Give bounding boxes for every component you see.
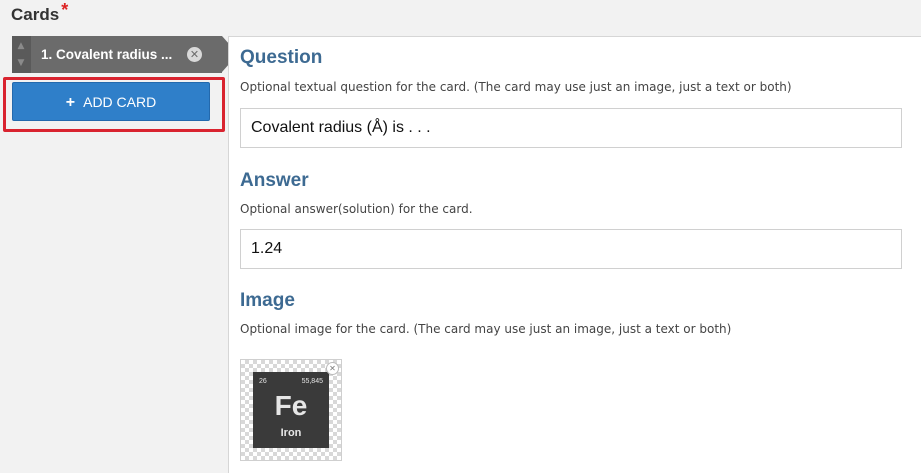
move-up-icon[interactable]: ▲ — [16, 40, 26, 52]
card-tab-body[interactable]: 1. Covalent radius ... ✕ — [31, 36, 238, 73]
question-title: Question — [240, 47, 323, 68]
field-label: Cards * — [11, 0, 68, 25]
answer-input[interactable]: 1.24 — [240, 229, 902, 269]
answer-description: Optional answer(solution) for the card. — [240, 202, 473, 216]
card-title[interactable]: 1. Covalent radius ... — [41, 36, 183, 73]
remove-card-icon[interactable]: ✕ — [187, 47, 202, 62]
order-handle[interactable]: ▲ ▼ — [12, 36, 31, 73]
add-card-button[interactable]: + ADD CARD — [12, 82, 210, 121]
field-label-text: Cards — [11, 5, 60, 24]
image-title: Image — [240, 290, 295, 311]
element-name: Iron — [280, 427, 302, 439]
card-editor-panel: Question Optional textual question for t… — [228, 36, 921, 473]
atomic-number: 26 — [259, 378, 267, 385]
question-input[interactable]: Covalent radius (Å) is . . . — [240, 108, 902, 148]
plus-icon: + — [65, 94, 76, 111]
remove-image-icon[interactable]: ✕ — [326, 362, 339, 375]
iron-element-image: 26 55,845 Fe Iron — [253, 372, 329, 448]
move-down-icon[interactable]: ▼ — [16, 57, 26, 69]
element-symbol: Fe — [274, 390, 308, 421]
page: Cards * ▲ ▼ 1. Covalent radius ... ✕ + ADD… — [0, 0, 921, 473]
question-description: Optional textual question for the card. … — [240, 80, 792, 94]
required-star: * — [61, 0, 69, 20]
image-description: Optional image for the card. (The card m… — [240, 322, 732, 336]
add-card-label: ADD CARD — [83, 94, 157, 110]
card-list-item[interactable]: ▲ ▼ 1. Covalent radius ... ✕ — [12, 36, 238, 73]
answer-title: Answer — [240, 170, 309, 191]
image-thumbnail[interactable]: 26 55,845 Fe Iron ✕ — [240, 359, 342, 461]
atomic-mass: 55,845 — [301, 378, 323, 385]
